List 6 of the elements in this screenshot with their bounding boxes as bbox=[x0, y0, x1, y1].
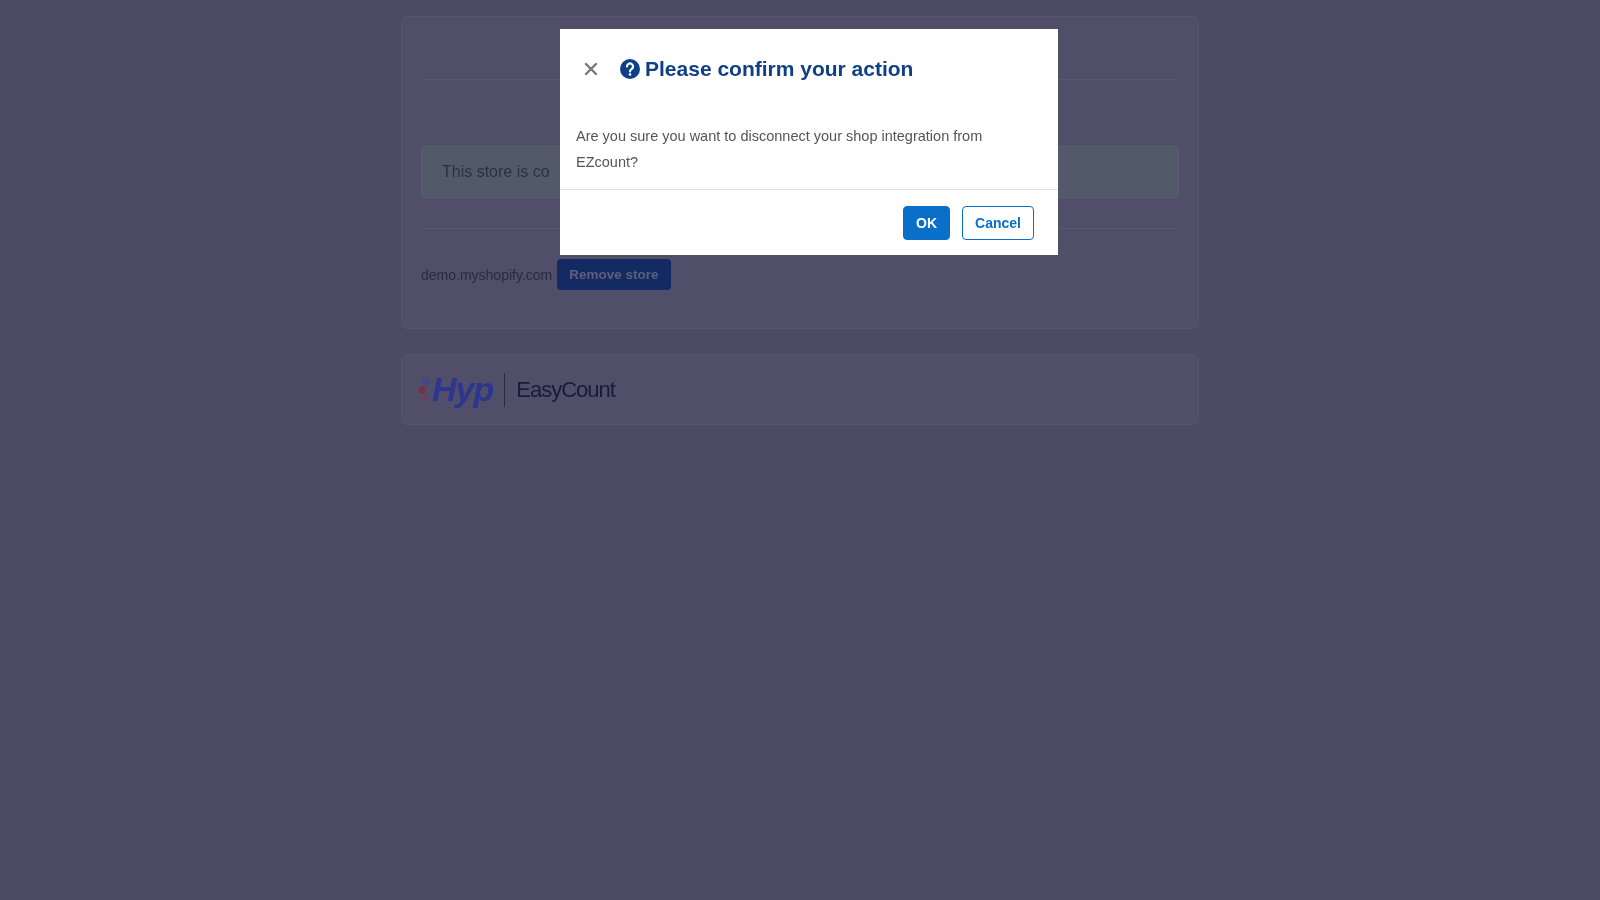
dots-icon bbox=[418, 376, 430, 403]
close-icon[interactable] bbox=[584, 62, 598, 76]
ok-button[interactable]: OK bbox=[903, 206, 951, 240]
cancel-button[interactable]: Cancel bbox=[962, 206, 1034, 240]
question-icon bbox=[620, 59, 640, 79]
dialog-title: Please confirm your action bbox=[645, 57, 914, 81]
